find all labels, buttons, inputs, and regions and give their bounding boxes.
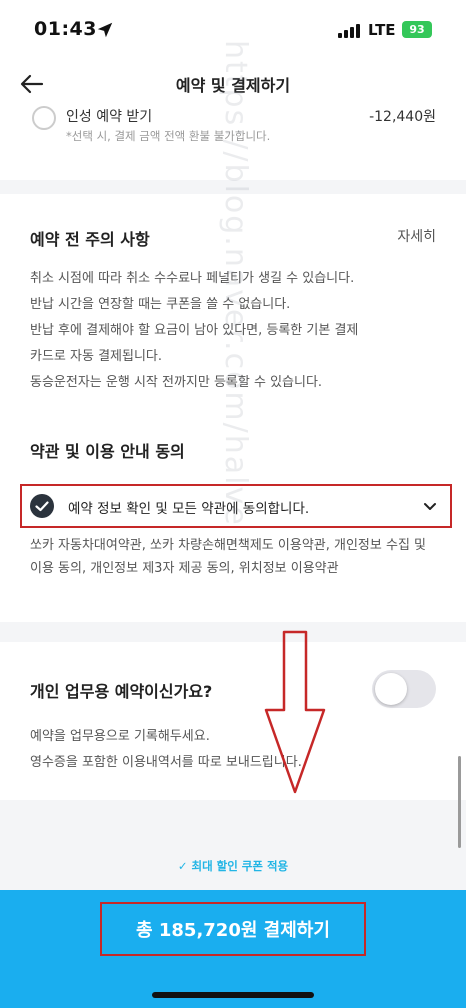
- terms-list: 쏘카 자동차대여약관, 쏘카 차량손해면책제도 이용약관, 개인정보 수집 및 …: [30, 538, 426, 576]
- discount-option-label: 인성 예약 받기: [66, 109, 153, 125]
- scrollbar[interactable]: [458, 756, 461, 848]
- notice-title: 예약 전 주의 사항: [30, 230, 150, 249]
- business-toggle[interactable]: [372, 670, 436, 708]
- agree-all-label: 예약 정보 확인 및 모든 약관에 동의합니다.: [68, 501, 310, 517]
- chevron-down-icon[interactable]: [422, 498, 438, 514]
- toggle-knob: [375, 673, 407, 705]
- home-indicator: [152, 992, 314, 998]
- annotation-arrow-down-icon: [264, 630, 326, 794]
- check-circle-icon[interactable]: [30, 494, 54, 518]
- discount-option-amount: -12,440원: [369, 109, 436, 125]
- pay-button[interactable]: 총 185,720원 결제하기: [100, 902, 366, 956]
- terms-title: 약관 및 이용 안내 동의: [30, 442, 185, 461]
- network-type: LTE: [368, 21, 396, 39]
- watermark: https://blog.naver.com/halve: [218, 40, 253, 527]
- notice-more-link[interactable]: 자세히: [397, 226, 436, 246]
- status-time: 01:43: [34, 18, 97, 40]
- coupon-note: ✓ 최대 할인 쿠폰 적용: [177, 859, 289, 873]
- location-arrow-icon: [97, 22, 113, 38]
- business-title: 개인 업무용 예약이신가요?: [30, 682, 213, 701]
- signal-icon: [338, 24, 360, 38]
- pay-bar: 총 185,720원 결제하기: [0, 890, 466, 1008]
- battery-icon: 93: [402, 21, 432, 38]
- discount-radio[interactable]: [32, 106, 56, 130]
- business-section: 개인 업무용 예약이신가요? 예약을 업무용으로 기록해두세요. 영수증을 포함…: [0, 642, 466, 800]
